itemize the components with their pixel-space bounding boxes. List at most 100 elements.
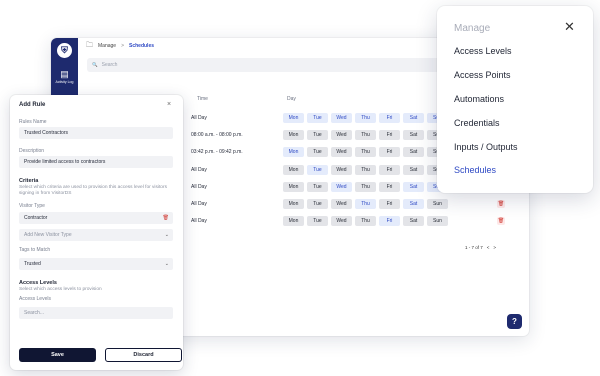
day-chip-mon[interactable]: Mon [283, 130, 304, 140]
day-chip-tue[interactable]: Tue [307, 182, 328, 192]
day-chip-wed[interactable]: Wed [331, 113, 352, 123]
row-days: MonTueWedThuFriSatSun [283, 216, 448, 226]
table-row[interactable]: All Day MonTueWedThuFriSatSun [191, 181, 448, 193]
day-chip-mon[interactable]: Mon [283, 147, 304, 157]
day-chip-mon[interactable]: Mon [283, 113, 304, 123]
day-chip-mon[interactable]: Mon [283, 216, 304, 226]
description-field[interactable]: Provide limited access to contractors [19, 156, 173, 168]
row-days: MonTueWedThuFriSatSun [283, 182, 448, 192]
table-row[interactable]: All Day MonTueWedThuFriSatSun [191, 164, 448, 176]
day-chip-tue[interactable]: Tue [307, 216, 328, 226]
day-chip-sat[interactable]: Sat [403, 130, 424, 140]
day-chip-tue[interactable]: Tue [307, 165, 328, 175]
day-chip-thu[interactable]: Thu [355, 199, 376, 209]
delete-icon[interactable]: 🗑 [497, 200, 505, 208]
day-chip-fri[interactable]: Fri [379, 113, 400, 123]
day-chip-sat[interactable]: Sat [403, 182, 424, 192]
day-chip-fri[interactable]: Fri [379, 165, 400, 175]
access-levels-heading: Access Levels [19, 280, 57, 286]
rules-name-value: Trusted Contractors [24, 130, 68, 136]
help-button[interactable]: ? [507, 314, 522, 329]
day-chip-sat[interactable]: Sat [403, 199, 424, 209]
description-label: Description [19, 148, 45, 154]
table-row[interactable]: All Day MonTueWedThuFriSatSun [191, 215, 448, 227]
panel-title: Add Rule [19, 102, 46, 108]
menu-item-inputs-outputs[interactable]: Inputs / Outputs [454, 142, 518, 152]
menu-item-credentials[interactable]: Credentials [454, 118, 500, 128]
day-chip-thu[interactable]: Thu [355, 216, 376, 226]
breadcrumb-manage[interactable]: Manage [98, 43, 116, 49]
day-chip-wed[interactable]: Wed [331, 199, 352, 209]
visitor-type-field[interactable]: Contractor 🗑 [19, 212, 173, 224]
menu-item-access-points[interactable]: Access Points [454, 70, 511, 80]
prev-page-button[interactable]: < [487, 245, 490, 250]
access-levels-label: Access Levels [19, 296, 51, 302]
day-chip-sun[interactable]: Sun [427, 199, 448, 209]
day-chip-thu[interactable]: Thu [355, 147, 376, 157]
day-chip-fri[interactable]: Fri [379, 147, 400, 157]
day-chip-wed[interactable]: Wed [331, 182, 352, 192]
day-chip-wed[interactable]: Wed [331, 165, 352, 175]
add-rule-panel: Add Rule × Rules Name Trusted Contractor… [10, 95, 183, 370]
next-page-button[interactable]: > [493, 245, 496, 250]
discard-button[interactable]: Discard [105, 348, 182, 362]
day-chip-mon[interactable]: Mon [283, 182, 304, 192]
delete-icon[interactable]: 🗑 [497, 217, 505, 225]
menu-item-automations[interactable]: Automations [454, 94, 504, 104]
column-header-time: Time [197, 96, 208, 102]
day-chip-fri[interactable]: Fri [379, 199, 400, 209]
table-row[interactable]: 08:00 a.m. - 08:00 p.m. Mon Tue Wed Thu Fri Sa… [191, 129, 448, 141]
manage-menu: Manage ✕ Access Levels Access Points Autom… [437, 6, 593, 193]
menu-item-access-levels[interactable]: Access Levels [454, 46, 512, 56]
criteria-heading: Criteria [19, 178, 39, 184]
day-chip-wed[interactable]: Wed [331, 130, 352, 140]
visitor-type-value: Contractor [24, 215, 48, 221]
day-chip-tue[interactable]: Tue [307, 199, 328, 209]
activity-log-icon: ▤ [60, 69, 69, 79]
row-days: MonTueWedThuFriSatSun [283, 130, 448, 140]
table-row[interactable]: 03:42 p.m. - 09:42 p.m. Mon Tue Wed Thu Fri Sa… [191, 146, 448, 158]
sidebar-item-activity-log[interactable]: ▤ Activity Log [51, 68, 78, 85]
day-chip-mon[interactable]: Mon [283, 165, 304, 175]
day-chip-thu[interactable]: Thu [355, 182, 376, 192]
day-chip-fri[interactable]: Fri [379, 182, 400, 192]
day-chip-wed[interactable]: Wed [331, 216, 352, 226]
day-chip-wed[interactable]: Wed [331, 147, 352, 157]
folder-icon: 🗀 [86, 41, 93, 49]
close-icon[interactable]: × [167, 101, 171, 108]
day-chip-sat[interactable]: Sat [403, 216, 424, 226]
shield-logo-icon: ⛨ [57, 43, 72, 58]
search-placeholder: Search [101, 62, 118, 68]
day-chip-tue[interactable]: Tue [307, 113, 328, 123]
visitor-type-label: Visitor Type [19, 203, 45, 209]
day-chip-sun[interactable]: Sun [427, 216, 448, 226]
day-chip-sat[interactable]: Sat [403, 113, 424, 123]
table-row[interactable]: All Day MonTueWedThuFriSatSun [191, 112, 448, 124]
day-chip-thu[interactable]: Thu [355, 165, 376, 175]
day-chip-tue[interactable]: Tue [307, 147, 328, 157]
access-levels-search-input[interactable]: Search... [19, 307, 173, 319]
day-chip-tue[interactable]: Tue [307, 130, 328, 140]
day-chip-thu[interactable]: Thu [355, 130, 376, 140]
day-chip-fri[interactable]: Fri [379, 130, 400, 140]
day-chip-mon[interactable]: Mon [283, 199, 304, 209]
save-button[interactable]: Save [19, 348, 96, 362]
day-chip-sat[interactable]: Sat [403, 147, 424, 157]
add-visitor-type-select[interactable]: Add New Visitor Type ⌄ [19, 229, 173, 241]
row-time: All Day [191, 201, 207, 207]
sidebar-item-label: Activity Log [55, 80, 74, 84]
stage: ⛨ ▤ Activity Log 🗀 Manage > Schedules 🔍 … [0, 0, 600, 376]
day-chip-thu[interactable]: Thu [355, 113, 376, 123]
day-chip-sat[interactable]: Sat [403, 165, 424, 175]
table-row[interactable]: All Day MonTueWedThuFriSatSun [191, 198, 448, 210]
menu-item-schedules[interactable]: Schedules [454, 165, 496, 175]
close-icon[interactable]: ✕ [564, 19, 575, 35]
pagination-text: 1 - 7 of 7 [465, 245, 483, 250]
menu-title: Manage [454, 23, 491, 34]
row-days: MonTueWedThuFriSatSun [283, 147, 448, 157]
tags-select[interactable]: Trusted ⌄ [19, 258, 173, 270]
delete-icon[interactable]: 🗑 [163, 215, 169, 221]
pagination: 1 - 7 of 7 < > [465, 245, 496, 250]
rules-name-field[interactable]: Trusted Contractors [19, 127, 173, 139]
day-chip-fri[interactable]: Fri [379, 216, 400, 226]
